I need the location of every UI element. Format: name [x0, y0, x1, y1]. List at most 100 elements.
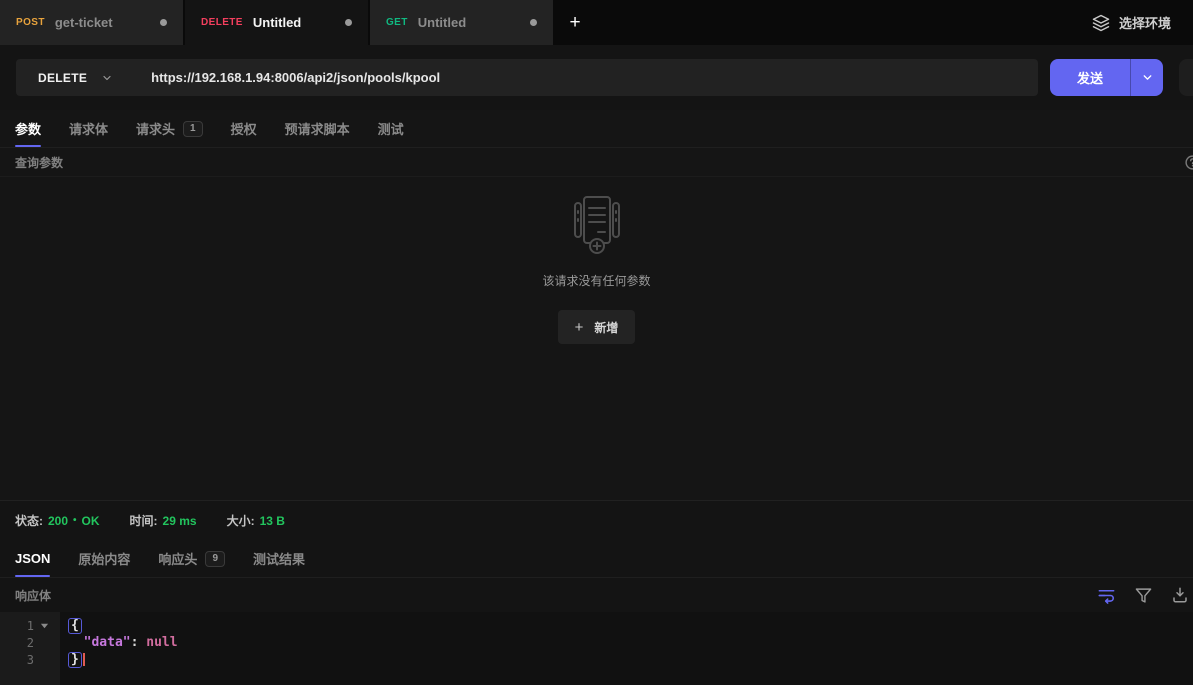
response-tabs: JSON 原始内容 响应头 9 测试结果 — [0, 540, 1193, 578]
editor-gutter: 1 2 3 — [0, 612, 60, 685]
tab-label: 响应头 — [158, 552, 198, 567]
method-select[interactable]: DELETE — [16, 59, 135, 96]
response-body-title: 响应体 — [15, 588, 52, 603]
line-number: 1 — [26, 618, 34, 633]
gutter-line: 2 — [0, 634, 60, 651]
tab-raw[interactable]: 原始内容 — [78, 540, 130, 577]
status-separator: • — [73, 515, 77, 526]
tab-title: Untitled — [252, 15, 302, 30]
method-label: POST — [16, 17, 45, 28]
time-label: 时间: — [129, 514, 158, 528]
tab-test-results[interactable]: 测试结果 — [253, 540, 305, 577]
send-button[interactable]: 发送 — [1050, 59, 1163, 96]
request-bar: DELETE https://192.168.1.94:8006/api2/js… — [0, 45, 1193, 110]
tab-label: 原始内容 — [78, 552, 131, 567]
request-tab-strip: POST get-ticket DELETE Untitled GET Unti… — [0, 0, 1193, 45]
tab-tests[interactable]: 测试 — [378, 110, 404, 147]
tab-headers[interactable]: 请求头 1 — [136, 110, 203, 147]
new-tab-button[interactable]: + — [555, 0, 595, 45]
tab-body[interactable]: 请求体 — [69, 110, 108, 147]
request-tab-get-ticket[interactable]: POST get-ticket — [0, 0, 183, 45]
unsaved-dot-icon — [530, 19, 537, 26]
tab-label: JSON — [15, 551, 51, 566]
tab-title: Untitled — [417, 15, 467, 30]
status-text: OK — [81, 513, 100, 528]
request-tab-untitled-get[interactable]: GET Untitled — [370, 0, 553, 45]
method-label: DELETE — [201, 17, 243, 28]
tab-params[interactable]: 参数 — [15, 110, 42, 147]
size-label: 大小: — [226, 514, 255, 528]
url-input[interactable]: https://192.168.1.94:8006/api2/json/pool… — [135, 70, 1038, 85]
json-key: "data" — [83, 635, 131, 650]
tab-label: 测试 — [377, 122, 404, 137]
chevron-down-icon — [101, 72, 113, 84]
tab-label: 参数 — [15, 122, 42, 137]
response-status-bar: 状态: 200 • OK 时间: 29 ms 大小: 13 B — [0, 500, 1193, 540]
tab-label: 预请求脚本 — [284, 122, 350, 137]
api-client-window: POST get-ticket DELETE Untitled GET Unti… — [0, 0, 1193, 685]
response-time: 时间: 29 ms — [130, 512, 197, 529]
size-value: 13 B — [259, 513, 285, 528]
response-headers-count-badge: 9 — [205, 550, 225, 567]
headers-count-badge: 1 — [183, 120, 203, 137]
wrap-lines-icon[interactable] — [1097, 586, 1116, 605]
gutter-line: 1 — [0, 617, 60, 634]
unsaved-dot-icon — [160, 19, 167, 26]
code-line: { — [68, 617, 1193, 634]
response-body-header: 响应体 — [0, 578, 1193, 612]
add-param-button-label: 新增 — [594, 320, 619, 335]
text-cursor — [82, 653, 85, 666]
response-code-editor[interactable]: 1 2 3 { "data": null } — [0, 612, 1193, 685]
time-value: 29 ms — [162, 513, 197, 528]
code-line: } — [68, 651, 1193, 668]
send-options-chevron[interactable] — [1130, 59, 1163, 96]
layers-icon — [1092, 14, 1110, 32]
environment-selector[interactable]: 选择环境 — [1070, 0, 1193, 45]
send-button-label: 发送 — [1076, 71, 1103, 86]
tab-json[interactable]: JSON — [15, 540, 51, 577]
method-label: GET — [386, 17, 408, 28]
bracket-highlight: } — [68, 651, 82, 668]
code-content[interactable]: { "data": null } — [60, 612, 1193, 685]
line-number: 2 — [26, 635, 34, 650]
line-number: 3 — [26, 652, 34, 667]
help-icon-clipped[interactable] — [1184, 154, 1193, 171]
request-tab-untitled-delete[interactable]: DELETE Untitled — [185, 0, 368, 45]
response-body-toolbar — [1097, 586, 1187, 605]
status-value: 200 — [48, 513, 69, 528]
json-null-value: null — [146, 635, 178, 650]
tab-label: 请求体 — [69, 122, 109, 137]
add-param-button[interactable]: + 新增 — [557, 310, 636, 344]
empty-params-illustration — [570, 195, 624, 255]
unsaved-dot-icon — [345, 19, 352, 26]
tab-response-headers[interactable]: 响应头 9 — [158, 540, 225, 577]
tab-label: 测试结果 — [253, 552, 306, 567]
params-empty-state: 该请求没有任何参数 + 新增 — [0, 177, 1193, 500]
method-select-value: DELETE — [38, 70, 88, 85]
query-params-header: 查询参数 — [0, 148, 1193, 177]
response-size: 大小: 13 B — [227, 512, 285, 529]
environment-selector-label: 选择环境 — [1118, 16, 1171, 31]
json-colon: : — [130, 635, 147, 650]
filter-icon[interactable] — [1135, 587, 1152, 604]
request-url-group: DELETE https://192.168.1.94:8006/api2/js… — [16, 59, 1038, 96]
tab-title: get-ticket — [54, 15, 113, 30]
bracket-highlight: { — [68, 617, 82, 634]
query-params-title: 查询参数 — [15, 155, 64, 170]
gutter-line: 3 — [0, 651, 60, 668]
code-line: "data": null — [68, 634, 1193, 651]
tab-label: 授权 — [230, 122, 257, 137]
tab-label: 请求头 — [136, 122, 176, 137]
status-label: 状态: — [15, 514, 43, 528]
download-icon-clipped[interactable] — [1171, 586, 1189, 604]
request-subtabs: 参数 请求体 请求头 1 授权 预请求脚本 测试 — [0, 110, 1193, 148]
tab-pre-request-script[interactable]: 预请求脚本 — [285, 110, 350, 147]
plus-icon: + — [574, 318, 584, 336]
fold-arrow-icon[interactable] — [40, 621, 50, 630]
status-code: 状态: 200 • OK — [15, 512, 100, 529]
empty-params-message: 该请求没有任何参数 — [542, 274, 651, 288]
tab-authorization[interactable]: 授权 — [231, 110, 257, 147]
save-request-button-clipped[interactable] — [1179, 59, 1193, 96]
